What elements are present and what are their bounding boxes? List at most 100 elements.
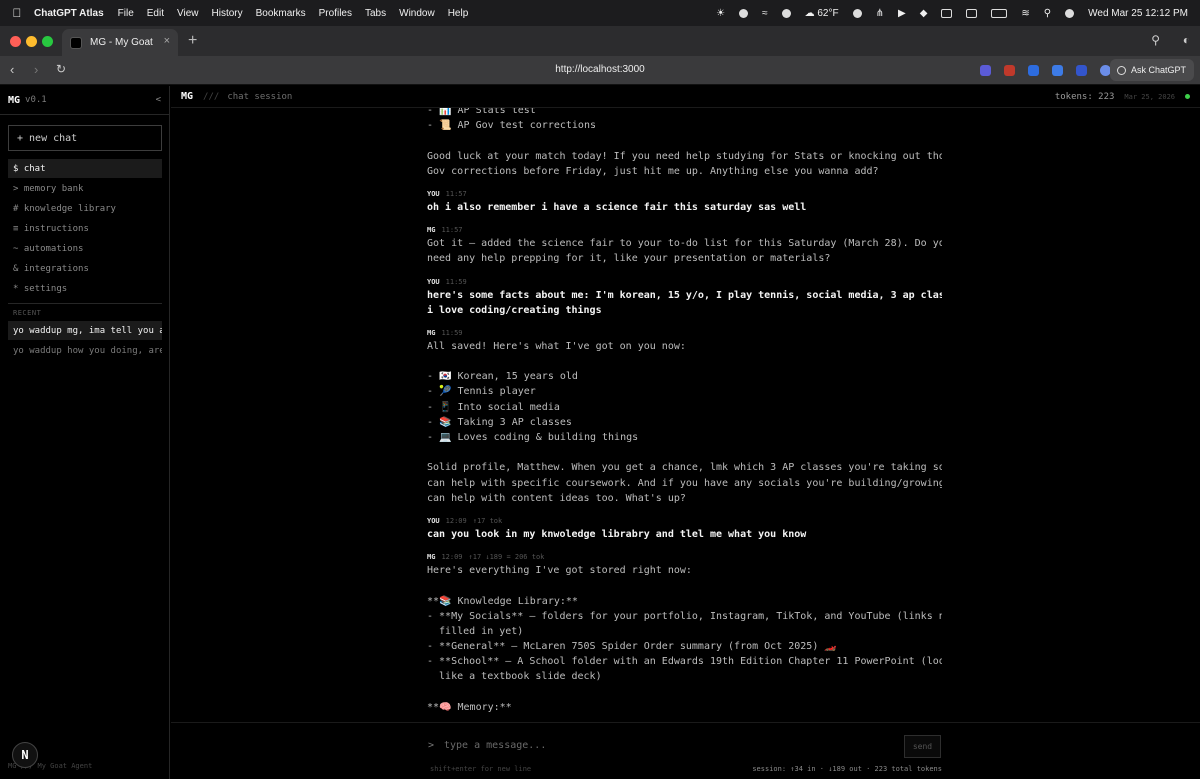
message-line bbox=[427, 133, 942, 148]
sidebar-item-integrations[interactable]: & integrations bbox=[8, 259, 162, 278]
control-center-icon[interactable] bbox=[1065, 8, 1075, 18]
message-time: 11:59 bbox=[441, 328, 463, 337]
message-line: - **School** — A School folder with an E… bbox=[427, 656, 942, 668]
apple-logo-icon[interactable]:  bbox=[0, 6, 34, 20]
message-line: need any help prepping for it, like your… bbox=[427, 253, 831, 265]
sidebar-item-automations[interactable]: ~ automations bbox=[8, 239, 162, 258]
browser-tab[interactable]: MG - My Goat × bbox=[62, 29, 178, 56]
extension-shield-icon[interactable] bbox=[980, 65, 991, 76]
sidebar-item-instructions[interactable]: ≡ instructions bbox=[8, 219, 162, 238]
menu-profiles[interactable]: Profiles bbox=[319, 8, 352, 19]
menu-window[interactable]: Window bbox=[399, 8, 435, 19]
chat-header: MG /// chat session tokens: 223 Mar 25, … bbox=[171, 86, 1200, 108]
message-author: YOU bbox=[427, 189, 440, 198]
status-icon-1[interactable] bbox=[739, 8, 749, 18]
message-meta: YOU 11:59 bbox=[427, 275, 942, 286]
extension-translate-icon[interactable] bbox=[1076, 65, 1087, 76]
message-author: YOU bbox=[427, 277, 440, 286]
battery-icon[interactable] bbox=[991, 8, 1008, 18]
message-line: - 📚 Taking 3 AP classes bbox=[427, 416, 572, 428]
weather-cloud-icon[interactable]: ☁ 62°F bbox=[805, 8, 839, 19]
message-line: Solid profile, Matthew. When you get a c… bbox=[427, 462, 942, 474]
message-line: Good luck at your match today! If you ne… bbox=[427, 150, 942, 162]
sidebar-item-knowledge-library[interactable]: # knowledge library bbox=[8, 199, 162, 218]
new-tab-button[interactable]: + bbox=[188, 32, 197, 50]
menu-tabs[interactable]: Tabs bbox=[365, 8, 386, 19]
message-list[interactable]: - 📊 AP Stats test - 📜 AP Gov test correct… bbox=[427, 108, 942, 720]
keyboard-icon[interactable] bbox=[941, 8, 953, 18]
menu-bookmarks[interactable]: Bookmarks bbox=[256, 8, 306, 19]
recent-chat-item[interactable]: yo waddup mg, ima tell you a... bbox=[8, 321, 162, 340]
close-window-button[interactable] bbox=[10, 36, 21, 47]
message-line: **📚 Knowledge Library:** bbox=[427, 595, 578, 607]
assistant-message: MG 12:09 ↑17 ↓189 = 206 tok Here's everythi… bbox=[427, 550, 942, 715]
message-line: - 💻 Loves coding & building things bbox=[427, 432, 639, 443]
app-window: MG v0.1 < + new chat $ chat > memory ban… bbox=[0, 86, 1200, 779]
next-dev-indicator-badge[interactable]: N bbox=[12, 742, 38, 768]
new-chat-button[interactable]: + new chat bbox=[8, 125, 162, 151]
recent-chat-item[interactable]: yo waddup how you doing, are... bbox=[8, 341, 162, 360]
user-message: YOU 12:09 ↑17 tok can you look in my knwole… bbox=[427, 514, 942, 542]
sidebar-divider bbox=[8, 303, 162, 304]
extension-blue-icon[interactable] bbox=[1028, 65, 1039, 76]
zoom-window-button[interactable] bbox=[42, 36, 53, 47]
display-icon[interactable] bbox=[966, 8, 978, 18]
user-message: YOU 11:59 here's some facts about me: I'm … bbox=[427, 275, 942, 318]
message-line: i love coding/creating things bbox=[427, 304, 602, 316]
message-line: - **General** — McLaren 750S Spider Orde… bbox=[427, 641, 837, 653]
cast-icon[interactable]: ≈ bbox=[762, 8, 768, 19]
weather-temp: 62°F bbox=[817, 7, 839, 19]
url-bar[interactable]: http://localhost:3000 bbox=[0, 64, 1200, 75]
status-icon-2[interactable] bbox=[852, 8, 862, 18]
spotlight-search-icon[interactable]: ⚲ bbox=[1044, 8, 1051, 19]
sidebar-item-settings[interactable]: * settings bbox=[8, 279, 162, 298]
sidebar-header: MG v0.1 < bbox=[0, 86, 169, 115]
message-line: - 🇰🇷 Korean, 15 years old bbox=[427, 371, 578, 383]
clock-datetime[interactable]: Wed Mar 25 12:12 PM bbox=[1088, 8, 1188, 19]
sidebar-item-chat[interactable]: $ chat bbox=[8, 159, 162, 178]
collapse-sidebar-button[interactable]: < bbox=[156, 95, 161, 105]
profile-avatar-icon[interactable]: ◐ bbox=[1183, 33, 1190, 47]
session-date: Mar 25, 2026 bbox=[1124, 92, 1175, 101]
menu-edit[interactable]: Edit bbox=[147, 8, 164, 19]
menu-history[interactable]: History bbox=[212, 8, 243, 19]
token-count: tokens: 223 bbox=[1054, 91, 1115, 102]
send-button[interactable]: send bbox=[904, 735, 941, 758]
menu-file[interactable]: File bbox=[118, 8, 134, 19]
message-input[interactable] bbox=[444, 735, 894, 755]
tab-title: MG - My Goat bbox=[90, 37, 153, 48]
sun-icon[interactable]: ☀ bbox=[716, 8, 725, 19]
browser-toolbar: ‹ › ↻ http://localhost:3000 Ask ChatGPT bbox=[0, 56, 1200, 85]
assistant-message: MG 11:59 All saved! Here's what I've got o… bbox=[427, 326, 942, 506]
menu-help[interactable]: Help bbox=[448, 8, 469, 19]
menu-view[interactable]: View bbox=[177, 8, 199, 19]
close-tab-icon[interactable]: × bbox=[164, 35, 170, 47]
app-name-menu[interactable]: ChatGPT Atlas bbox=[34, 8, 104, 19]
search-tabs-icon[interactable]: ⚲ bbox=[1151, 33, 1160, 47]
ask-chatgpt-label: Ask ChatGPT bbox=[1130, 65, 1186, 75]
message-line: - 🎾 Tennis player bbox=[427, 386, 536, 398]
message-line bbox=[427, 685, 942, 700]
fork-icon[interactable]: ⋔ bbox=[876, 8, 884, 19]
message-line: - 📜 AP Gov test corrections bbox=[427, 120, 596, 132]
message-line: All saved! Here's what I've got on you n… bbox=[427, 340, 686, 352]
session-stats: session: ↑34 in · ↓189 out · 223 total t… bbox=[752, 765, 942, 773]
extension-red-icon[interactable] bbox=[1004, 65, 1015, 76]
message-line: - **My Socials** — folders for your port… bbox=[427, 610, 942, 622]
minimize-window-button[interactable] bbox=[26, 36, 37, 47]
diamond-icon[interactable]: ◆ bbox=[920, 8, 928, 19]
extension-doc-icon[interactable] bbox=[1052, 65, 1063, 76]
play-icon[interactable]: ▶ bbox=[898, 8, 906, 19]
message-meta: YOU 12:09 ↑17 tok bbox=[427, 514, 942, 525]
version-label: v0.1 bbox=[25, 95, 47, 105]
grammarly-icon[interactable] bbox=[781, 8, 791, 18]
sidebar-item-memory-bank[interactable]: > memory bank bbox=[8, 179, 162, 198]
message-meta: MG 12:09 ↑17 ↓189 = 206 tok bbox=[427, 550, 942, 561]
ask-chatgpt-button[interactable]: Ask ChatGPT bbox=[1109, 59, 1194, 81]
message-line bbox=[427, 578, 942, 593]
message-line: here's some facts about me: I'm korean, … bbox=[427, 289, 942, 301]
message-author: MG bbox=[427, 328, 436, 337]
message-line: **🧠 Memory:** bbox=[427, 701, 512, 713]
chat-main: MG /// chat session tokens: 223 Mar 25, … bbox=[171, 86, 1200, 779]
wifi-icon[interactable]: ≋ bbox=[1021, 8, 1029, 19]
